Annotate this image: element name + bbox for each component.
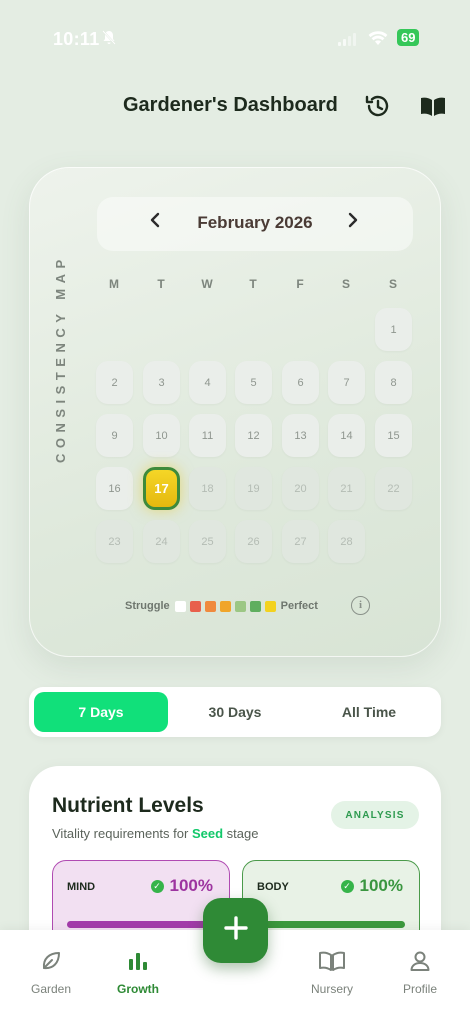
calendar-day[interactable]: 3 xyxy=(143,361,180,404)
range-selector: 7 Days 30 Days All Time xyxy=(29,687,441,737)
stage-name: Seed xyxy=(191,826,224,841)
legend-high-label: Perfect xyxy=(280,600,318,612)
info-icon[interactable]: i xyxy=(351,596,370,615)
calendar-day[interactable]: 5 xyxy=(235,361,272,404)
consistency-map-card: CONSISTENCY MAP February 2026 MTWTFSS 12… xyxy=(29,167,441,657)
calendar-day[interactable]: 2 xyxy=(96,361,133,404)
signal-icon xyxy=(338,32,360,46)
calendar-day[interactable]: 26 xyxy=(235,520,272,563)
calendar-day[interactable]: 23 xyxy=(96,520,133,563)
calendar-day[interactable]: 16 xyxy=(96,467,133,510)
weekday-label: T xyxy=(249,277,257,291)
tab-7-days[interactable]: 7 Days xyxy=(34,692,168,732)
month-label: February 2026 xyxy=(197,213,313,232)
calendar-day[interactable]: 1 xyxy=(375,308,412,351)
subtitle-suffix: stage xyxy=(226,826,259,841)
mind-percent: 100% xyxy=(169,876,213,895)
calendar-day[interactable]: 13 xyxy=(282,414,319,457)
nav-garden-label: Garden xyxy=(30,982,72,996)
nav-nursery-label: Nursery xyxy=(310,982,353,996)
body-percent: 100% xyxy=(359,876,403,895)
calendar-day[interactable]: 27 xyxy=(282,520,319,563)
consistency-map-label: CONSISTENCY MAP xyxy=(53,254,68,463)
bell-muted-icon xyxy=(102,30,116,48)
calendar-day[interactable]: 20 xyxy=(282,467,319,510)
legend-swatch xyxy=(174,600,186,612)
battery-indicator: 69 xyxy=(397,29,420,46)
weekday-label: S xyxy=(388,277,397,291)
calendar-day[interactable]: 8 xyxy=(375,361,412,404)
mind-progress-bar xyxy=(67,921,215,928)
calendar-day[interactable]: 24 xyxy=(143,520,180,563)
calendar-day[interactable]: 10 xyxy=(143,414,180,457)
body-progress-bar xyxy=(257,921,405,928)
legend-swatch xyxy=(234,600,246,612)
mind-value: ✓ 100% xyxy=(150,876,213,896)
legend-swatch xyxy=(264,600,276,612)
legend-swatch xyxy=(204,600,216,612)
nav-garden[interactable]: Garden xyxy=(11,948,91,996)
calendar-day[interactable]: 18 xyxy=(189,467,226,510)
body-value: ✓ 100% xyxy=(340,876,403,896)
bar-chart-icon xyxy=(98,948,178,974)
nav-profile[interactable]: Profile xyxy=(380,948,460,996)
calendar-day[interactable]: 19 xyxy=(235,467,272,510)
calendar-day[interactable]: 7 xyxy=(328,361,365,404)
calendar-day[interactable]: 12 xyxy=(235,414,272,457)
nav-growth-label: Growth xyxy=(117,982,159,996)
month-navigator: February 2026 xyxy=(97,197,413,251)
legend-swatch xyxy=(189,600,201,612)
calendar-day[interactable]: 21 xyxy=(328,467,365,510)
body-progress-fill xyxy=(257,921,405,928)
header: Gardener's Dashboard xyxy=(0,92,470,122)
status-time: 10:11 xyxy=(53,29,100,49)
calendar-day[interactable]: 25 xyxy=(189,520,226,563)
legend-swatches xyxy=(174,600,280,612)
consistency-legend: Struggle Perfect xyxy=(125,598,318,614)
calendar-day[interactable]: 28 xyxy=(328,520,365,563)
page-title: Gardener's Dashboard xyxy=(123,94,338,116)
nutrient-title: Nutrient Levels xyxy=(52,794,204,817)
calendar-day[interactable]: 4 xyxy=(189,361,226,404)
calendar-day[interactable]: 15 xyxy=(375,414,412,457)
mind-label: MIND xyxy=(67,881,96,893)
book-open-icon xyxy=(292,948,372,974)
user-icon xyxy=(380,948,460,974)
status-bar: 10:11 69 xyxy=(0,0,470,70)
subtitle-prefix: Vitality requirements for xyxy=(52,826,189,841)
nav-nursery[interactable]: Nursery xyxy=(292,948,372,996)
history-icon[interactable] xyxy=(363,92,391,120)
check-circle-icon: ✓ xyxy=(340,880,354,893)
legend-swatch xyxy=(249,600,261,612)
weekday-label: M xyxy=(109,277,119,291)
book-open-icon[interactable] xyxy=(419,92,447,120)
body-label: BODY xyxy=(257,881,289,893)
weekday-label: S xyxy=(341,277,350,291)
calendar-day[interactable]: 11 xyxy=(189,414,226,457)
check-circle-icon: ✓ xyxy=(150,880,164,893)
leaf-icon xyxy=(11,948,91,974)
legend-swatch xyxy=(219,600,231,612)
weekday-label: F xyxy=(296,277,304,291)
chevron-right-icon[interactable] xyxy=(341,211,365,234)
calendar-day[interactable]: 22 xyxy=(375,467,412,510)
plus-icon xyxy=(223,915,249,946)
calendar-day[interactable]: 9 xyxy=(96,414,133,457)
calendar-day-today[interactable]: 17 xyxy=(143,467,180,510)
tab-all-time[interactable]: All Time xyxy=(302,692,436,732)
add-button[interactable] xyxy=(203,898,268,963)
nav-profile-label: Profile xyxy=(402,982,437,996)
wifi-icon xyxy=(368,30,388,46)
weekday-label: W xyxy=(201,277,213,291)
legend-low-label: Struggle xyxy=(125,600,170,612)
mind-progress-fill xyxy=(67,921,215,928)
nutrient-subtitle: Vitality requirements for Seed stage xyxy=(52,826,258,841)
calendar-day[interactable]: 14 xyxy=(328,414,365,457)
analysis-button[interactable]: ANALYSIS xyxy=(331,801,419,829)
calendar-day[interactable]: 6 xyxy=(282,361,319,404)
tab-30-days[interactable]: 30 Days xyxy=(168,692,302,732)
nav-growth[interactable]: Growth xyxy=(98,948,178,996)
weekday-label: T xyxy=(157,277,165,291)
